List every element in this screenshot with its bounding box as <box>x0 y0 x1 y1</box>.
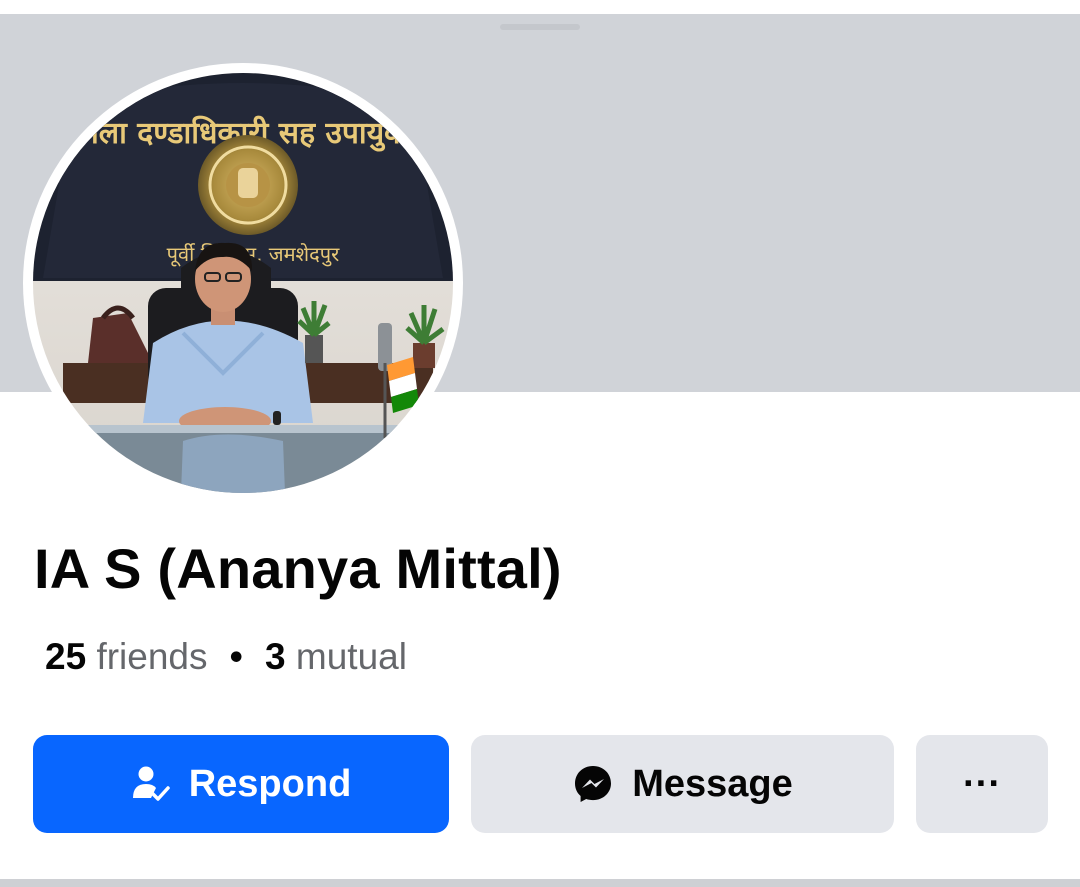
friends-summary[interactable]: 25 friends • 3 mutual <box>45 636 407 678</box>
separator-dot: • <box>229 636 243 677</box>
more-options-button[interactable]: ··· <box>916 735 1048 833</box>
messenger-icon <box>572 763 614 805</box>
message-label: Message <box>632 762 793 805</box>
mutual-label: mutual <box>295 636 407 677</box>
section-divider <box>0 879 1080 887</box>
message-button[interactable]: Message <box>471 735 894 833</box>
mutual-count: 3 <box>265 636 286 677</box>
respond-button[interactable]: Respond <box>33 735 449 833</box>
person-check-icon <box>131 764 171 804</box>
top-strip <box>0 0 1080 14</box>
friends-count: 25 <box>45 636 87 677</box>
friends-label: friends <box>96 636 208 677</box>
cover-handle <box>500 24 580 30</box>
respond-label: Respond <box>188 762 352 805</box>
more-options-icon: ··· <box>963 762 1001 805</box>
profile-picture[interactable]: जिला दण्डाधिकारी सह उपायुक्त पूर्वी सिंह… <box>33 73 453 493</box>
profile-name: IA S (Ananya Mittal) <box>34 537 562 600</box>
